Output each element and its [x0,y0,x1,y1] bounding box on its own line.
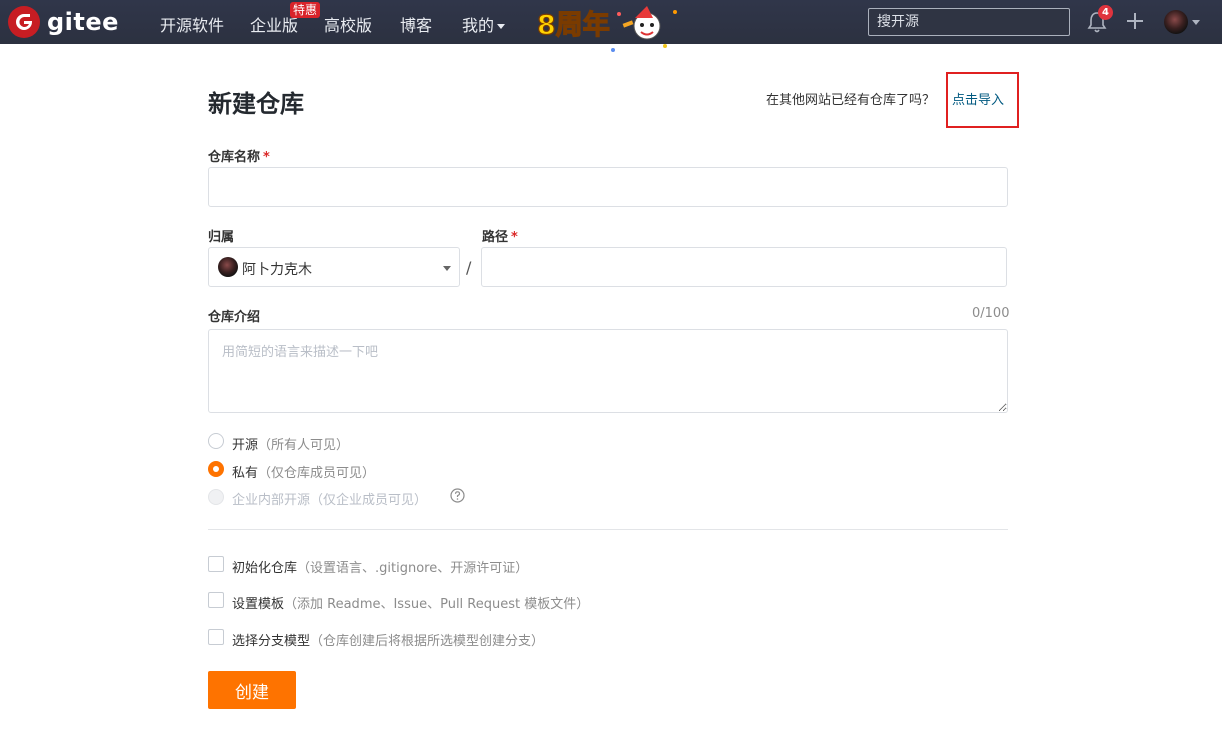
search-input[interactable] [868,8,1070,36]
owner-name: 阿卜力克木 [242,262,312,278]
radio-public[interactable] [208,433,224,449]
radio-private-label: 私有（仅仓库成员可见） [232,462,375,481]
description-textarea[interactable] [208,329,1008,413]
nav-mine-label: 我的 [462,16,495,35]
description-label: 仓库介绍 [208,310,261,325]
option-branch-text: 选择分支模型 [232,634,311,649]
gitee-logo-icon [8,6,40,38]
description-counter: 0/100 [972,306,1010,321]
option-template-note: （添加 Readme、Issue、Pull Request 模板文件） [284,597,590,612]
visibility-internal-note: （仅企业成员可见） [310,493,428,508]
checkbox-template-label[interactable]: 设置模板（添加 Readme、Issue、Pull Request 模板文件） [232,593,589,612]
chevron-down-icon [497,24,506,29]
repo-name-label-text: 仓库名称 [208,150,261,165]
visibility-private-note: （仅仓库成员可见） [258,466,376,481]
nav-blog[interactable]: 博客 [400,12,432,36]
repo-name-input[interactable] [208,167,1008,207]
radio-public-label: 开源（所有人可见） [232,434,349,453]
required-mark: * [511,230,518,245]
chevron-down-icon[interactable] [1192,20,1200,25]
promo-badge: 特惠 [290,2,321,18]
radio-private[interactable] [208,461,224,477]
option-branch-note: （仓库创建后将根据所选模型创建分支） [310,634,545,649]
owner-select[interactable]: 阿卜力克木 [208,247,460,287]
plus-icon[interactable] [1126,12,1144,30]
import-hint: 在其他网站已经有仓库了吗？ [766,93,936,108]
path-label: 路径 * [482,226,518,245]
owner-avatar [218,257,238,277]
repo-name-label: 仓库名称 * [208,146,270,165]
nav-education[interactable]: 高校版 [324,12,372,36]
anniversary-eight: 8周年 [537,9,610,41]
option-template-text: 设置模板 [232,597,285,612]
nav-open-source[interactable]: 开源软件 [160,12,224,36]
visibility-private-text: 私有 [232,466,259,481]
visibility-public-note: （所有人可见） [258,438,350,453]
visibility-internal-text: 企业内部开源 [232,493,311,508]
divider [208,529,1008,530]
chevron-down-icon [443,266,451,271]
checkbox-branch-model-label[interactable]: 选择分支模型（仓库创建后将根据所选模型创建分支） [232,630,544,649]
help-icon[interactable] [450,488,465,503]
radio-enterprise-internal [208,489,224,505]
highlight-box [946,72,1019,128]
create-button[interactable]: 创建 [208,671,296,709]
option-init-note: （设置语言、.gitignore、开源许可证） [297,561,529,576]
option-init-text: 初始化仓库 [232,561,298,576]
checkbox-template[interactable] [208,592,224,608]
checkbox-init-repo[interactable] [208,556,224,572]
checkbox-init-repo-label[interactable]: 初始化仓库（设置语言、.gitignore、开源许可证） [232,557,528,576]
path-separator: / [466,258,472,277]
path-input[interactable] [481,247,1007,287]
page-title: 新建仓库 [208,90,304,118]
radio-enterprise-internal-label: 企业内部开源（仅企业成员可见） [232,489,427,508]
user-avatar[interactable] [1164,10,1188,34]
path-label-text: 路径 [482,230,509,245]
checkbox-branch-model[interactable] [208,629,224,645]
required-mark: * [263,150,270,165]
gitee-logo[interactable]: gitee [8,6,119,38]
visibility-public-text: 开源 [232,438,259,453]
anniversary-banner[interactable]: 8周年 [535,4,685,54]
top-navbar: gitee 开源软件 企业版 特惠 高校版 博客 我的 8周年 4 [0,0,1222,52]
notification-count-badge: 4 [1098,5,1113,20]
nav-mine[interactable]: 我的 [462,12,506,36]
owner-label: 归属 [208,230,235,245]
logo-text: gitee [47,8,119,36]
